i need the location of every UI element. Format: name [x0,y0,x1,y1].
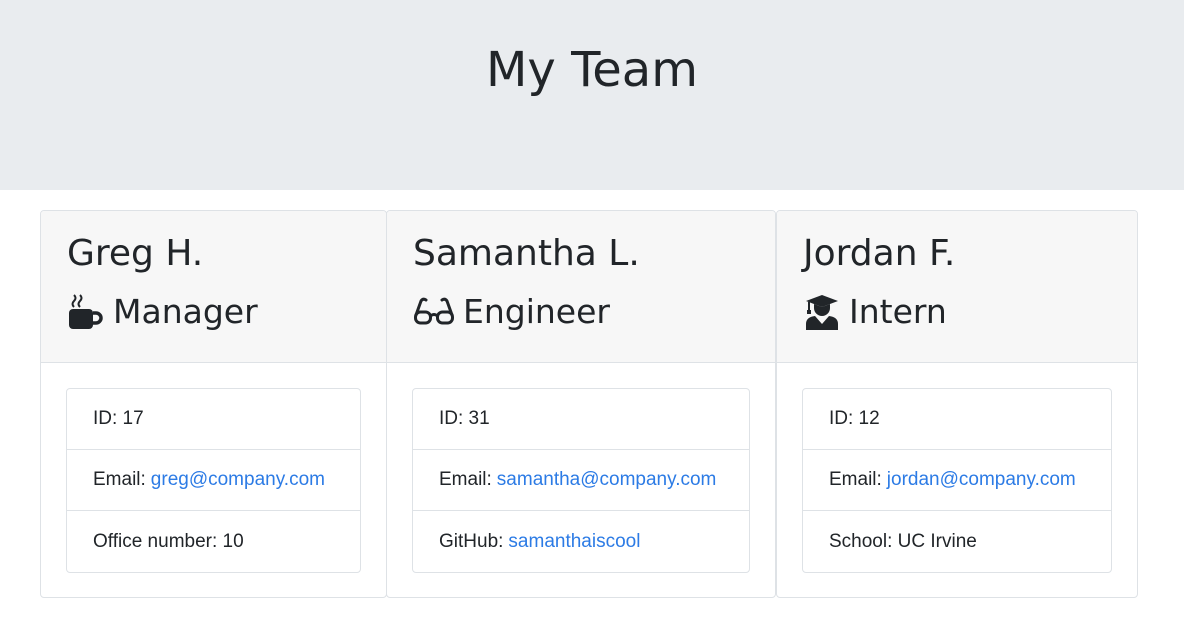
id-item: ID: 12 [803,389,1111,450]
office-number-item: Office number: 10 [93,530,244,552]
card-body: ID: 12 Email: jordan@company.com School:… [777,363,1137,573]
coffee-mug-icon [67,293,105,331]
employee-name: Samantha L. [413,233,640,274]
card-body: ID: 17 Email: greg@company.com Office nu… [41,363,386,573]
intern-card: Jordan F. Intern ID: 12 Email: jordan@co… [776,210,1138,598]
email-item: Email: jordan@company.com [803,450,1111,511]
role-label: Engineer [463,292,610,331]
employee-role: Intern [803,291,1137,333]
employee-name: Greg H. [67,233,204,274]
page-header: My Team [0,0,1184,190]
github-link[interactable]: samanthaiscool [508,531,640,553]
card-header: Samantha L. Engineer [387,211,775,363]
graduate-icon [803,293,841,331]
email-label: Email: [93,469,146,490]
email-link[interactable]: greg@company.com [151,469,325,491]
role-label: Manager [113,292,258,331]
github-item: GitHub: samanthaiscool [413,511,749,572]
email-item: Email: greg@company.com [67,450,360,511]
glasses-icon [413,293,455,331]
page-title: My Team [486,42,698,98]
employee-name: Jordan F. [803,233,956,274]
team-cards: Greg H. Manager ID: 17 Email: greg@compa… [0,190,1184,628]
details-list: ID: 12 Email: jordan@company.com School:… [802,388,1112,573]
employee-role: Engineer [413,291,775,333]
role-label: Intern [849,292,947,331]
employee-role: Manager [67,291,386,333]
details-list: ID: 17 Email: greg@company.com Office nu… [66,388,361,573]
email-item: Email: samantha@company.com [413,450,749,511]
card-header: Greg H. Manager [41,211,386,363]
details-list: ID: 31 Email: samantha@company.com GitHu… [412,388,750,573]
card-header: Jordan F. Intern [777,211,1137,363]
engineer-card: Samantha L. Engineer ID: 31 Email: saman… [386,210,776,598]
school-item: School: UC Irvine [829,530,977,552]
email-label: Email: [829,469,882,490]
email-link[interactable]: jordan@company.com [887,469,1076,491]
email-label: Email: [439,469,492,490]
github-label: GitHub: [439,530,504,552]
id-item: ID: 31 [413,389,749,450]
manager-card: Greg H. Manager ID: 17 Email: greg@compa… [40,210,387,598]
id-item: ID: 17 [67,389,360,450]
email-link[interactable]: samantha@company.com [497,469,717,491]
card-body: ID: 31 Email: samantha@company.com GitHu… [387,363,775,573]
